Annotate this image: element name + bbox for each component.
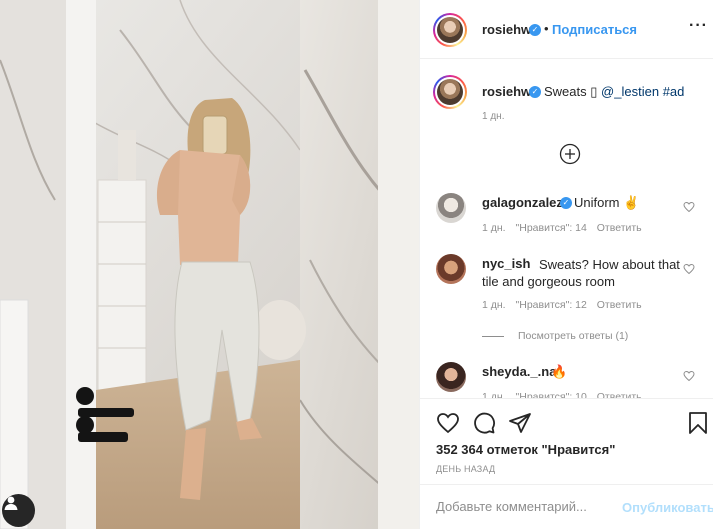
caption-avatar[interactable] — [433, 75, 467, 109]
caption-timestamp[interactable]: 1 дн. — [482, 111, 504, 122]
photo-illustration — [0, 0, 419, 529]
reply-button[interactable]: Ответить — [597, 222, 642, 234]
comment-time[interactable]: 1 дн. — [482, 222, 506, 234]
verified-icon: ✓ — [529, 86, 541, 98]
comment-avatar[interactable] — [436, 254, 466, 284]
bookmark-icon[interactable] — [686, 411, 710, 435]
verified-icon: ✓ — [560, 197, 572, 209]
comment-text: Uniform ✌ — [574, 195, 640, 210]
instagram-post-modal: rosiehw ✓ • Подписаться ··· rosiehw ✓ Sw… — [0, 0, 713, 529]
author-username[interactable]: rosiehw — [482, 22, 531, 37]
more-options-icon[interactable]: ··· — [689, 17, 708, 35]
post-header: rosiehw ✓ • Подписаться ··· — [420, 0, 713, 59]
comment-time[interactable]: 1 дн. — [482, 299, 506, 311]
post-photo[interactable] — [0, 0, 419, 529]
view-replies-button[interactable]: Посмотреть ответы (1) — [482, 330, 628, 342]
comment-avatar[interactable] — [436, 193, 466, 223]
caption-username[interactable]: rosiehw — [482, 84, 531, 99]
likes-count[interactable]: 352 364 отметок "Нравится" — [436, 442, 615, 457]
separator-dot: • — [544, 21, 549, 36]
heart-icon[interactable] — [683, 263, 695, 275]
author-avatar[interactable] — [433, 13, 467, 47]
comment-username[interactable]: galagonzalez — [482, 195, 563, 210]
comment-form: Опубликовать — [420, 484, 713, 529]
caption-mention[interactable]: @_lestien — [601, 84, 659, 99]
comment-input[interactable] — [436, 499, 616, 514]
heart-icon[interactable] — [436, 411, 460, 435]
heart-icon[interactable] — [683, 201, 695, 213]
comment-like-count[interactable]: "Нравится": 12 — [516, 299, 587, 311]
comment-text: Sweats? How about that tile and gorgeous… — [482, 257, 680, 289]
post-side-panel: rosiehw ✓ • Подписаться ··· rosiehw ✓ Sw… — [419, 0, 713, 529]
publish-button[interactable]: Опубликовать — [622, 500, 713, 515]
comment-avatar[interactable] — [436, 362, 466, 392]
reply-button[interactable]: Ответить — [597, 299, 642, 311]
comment-meta: 1 дн. "Нравится": 12 Ответить — [482, 299, 649, 311]
share-icon[interactable] — [508, 411, 532, 435]
comment-icon[interactable] — [472, 411, 496, 435]
post-actions: 352 364 отметок "Нравится" ДЕНЬ НАЗАД Оп… — [420, 398, 713, 529]
user-avatar-icon[interactable] — [2, 494, 35, 527]
comment-meta: 1 дн. "Нравится": 14 Ответить — [482, 222, 649, 234]
caption-emoji: ▯ — [590, 84, 598, 99]
view-replies-label: Посмотреть ответы (1) — [518, 330, 629, 342]
load-more-icon[interactable] — [559, 143, 581, 165]
replies-divider — [482, 335, 504, 337]
caption-body: Sweats — [544, 84, 587, 99]
comment-username[interactable]: sheyda._.na — [482, 364, 556, 379]
heart-icon[interactable] — [683, 370, 695, 382]
comment-like-count[interactable]: "Нравится": 14 — [516, 222, 587, 234]
caption-hashtag[interactable]: #ad — [663, 84, 685, 99]
post-timestamp[interactable]: ДЕНЬ НАЗАД — [436, 464, 495, 474]
caption-text: Sweats ▯ @_lestien #ad — [544, 84, 684, 100]
verified-icon: ✓ — [529, 24, 541, 36]
follow-button[interactable]: Подписаться — [552, 22, 637, 37]
comment-text: 🔥 — [551, 364, 568, 379]
